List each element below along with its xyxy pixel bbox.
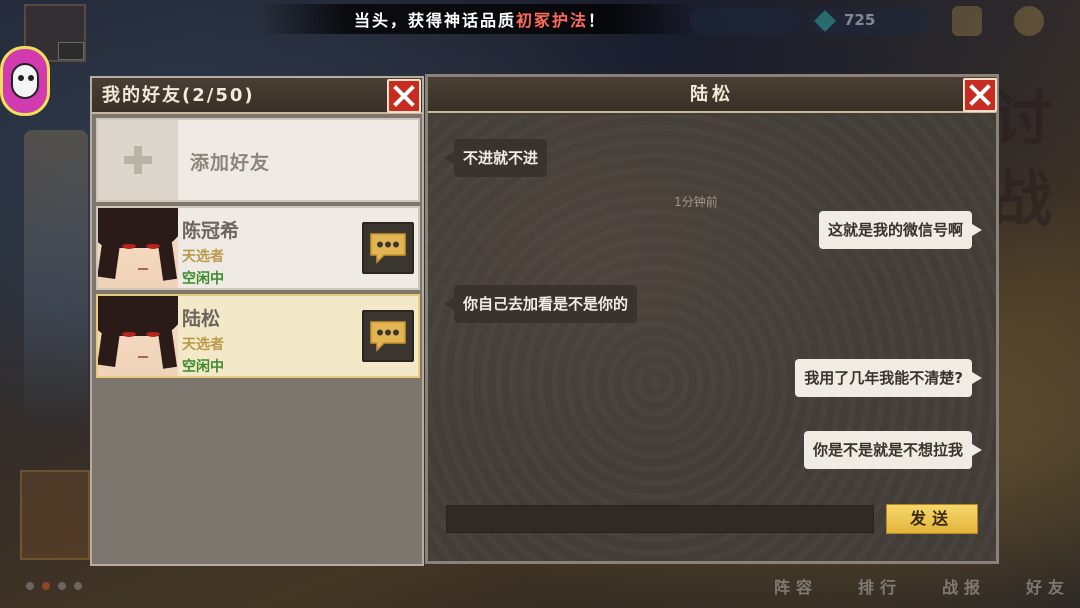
message-bubble-received: 不进就不进	[443, 139, 548, 177]
message-bubble-received: 你自己去加看是不是你的	[443, 285, 638, 323]
avatar-hair	[157, 323, 177, 369]
settings-button[interactable]	[1014, 6, 1044, 36]
gem-count: 725	[844, 11, 876, 29]
chat-close-button[interactable]	[963, 78, 997, 112]
message-timestamp: 1分钟前	[674, 195, 718, 209]
friend-title: 天选者	[182, 249, 224, 265]
announcement-banner: 当头，获得神话品质 初冢护法！	[260, 4, 700, 34]
resource-bar-coins	[690, 8, 800, 34]
chat-panel: 陆松 不进就不进 1分钟前 这就是我的微信号啊 你自己去加看是不是你的 我用了几…	[425, 74, 999, 564]
background-glyph: 讨	[992, 85, 1052, 155]
chat-title: 陆松	[428, 77, 996, 113]
avatar-eye	[122, 330, 136, 337]
close-icon	[969, 84, 991, 106]
mascot-icon[interactable]	[0, 46, 50, 116]
chat-message-input[interactable]	[446, 505, 874, 533]
mascot-eye-left	[18, 75, 24, 81]
message-bubble-sent: 你是不是就是不想拉我	[803, 431, 983, 469]
avatar-hair	[98, 236, 121, 280]
close-icon	[393, 85, 415, 107]
mail-button[interactable]	[952, 6, 982, 36]
add-friend-icon-box	[98, 120, 178, 200]
top-hud: 当头，获得神话品质 初冢护法！ 725	[0, 0, 1080, 62]
friend-title: 天选者	[182, 337, 224, 353]
friends-panel: 我的好友(2/50) 添加好友 陈冠希 天选者 空闲中 陆松 天选者 空闲中	[90, 76, 424, 566]
page-dot-active	[42, 582, 50, 590]
speech-bubble-icon	[370, 321, 406, 352]
friend-list-item-selected[interactable]: 陆松 天选者 空闲中	[96, 294, 420, 378]
background-glyphs: 讨 战	[992, 80, 1052, 240]
friend-name: 陈冠希	[182, 220, 240, 242]
page-indicator	[26, 582, 82, 590]
message-bubble-sent: 这就是我的微信号啊	[818, 211, 983, 249]
send-button[interactable]: 发送	[886, 504, 978, 534]
page-dot	[74, 582, 82, 590]
bottom-nav-item[interactable]: 排行	[858, 574, 902, 598]
message-bubble-sent: 我用了几年我能不清楚?	[795, 359, 982, 397]
add-friend-button[interactable]: 添加好友	[96, 118, 420, 202]
chat-button[interactable]	[362, 310, 414, 362]
bottom-nav-item[interactable]: 战报	[942, 574, 986, 598]
announcement-prefix: 当头，获得神话品质	[353, 11, 516, 30]
friend-list-item[interactable]: 陈冠希 天选者 空闲中	[96, 206, 420, 290]
add-friend-label: 添加好友	[190, 152, 271, 174]
announcement-highlight: 初冢护法	[515, 11, 588, 30]
side-menu-dimmed	[24, 130, 88, 430]
bottom-nav-item[interactable]: 阵容	[774, 574, 818, 598]
page-dot	[26, 582, 34, 590]
bottom-nav-item[interactable]: 好友	[1026, 574, 1070, 598]
page-dot	[58, 582, 66, 590]
avatar-eye	[122, 242, 136, 249]
avatar-hair	[98, 324, 121, 368]
friend-status: 空闲中	[182, 271, 224, 287]
avatar-mouth	[138, 356, 148, 358]
gem-icon	[814, 10, 836, 32]
bottom-nav: 阵容 排行 战报 好友	[774, 574, 1070, 598]
friend-avatar	[98, 208, 178, 288]
chat-button[interactable]	[362, 222, 414, 274]
friends-close-button[interactable]	[387, 79, 421, 113]
speech-bubble-icon	[370, 233, 406, 264]
announcement-suffix: ！	[588, 11, 607, 30]
friend-name: 陆松	[182, 308, 221, 330]
resource-bar-gems: 725	[810, 8, 930, 34]
avatar-eye	[146, 242, 160, 249]
avatar-hair	[157, 235, 177, 281]
avatar-mouth	[138, 268, 148, 270]
plus-icon	[124, 146, 152, 174]
friend-status: 空闲中	[182, 359, 224, 375]
avatar-eye	[146, 330, 160, 337]
player-level-badge	[58, 42, 84, 60]
mascot-eye-right	[28, 75, 34, 81]
mascot-face	[11, 63, 39, 99]
friends-panel-title: 我的好友(2/50)	[92, 78, 422, 114]
side-banner-dimmed	[20, 470, 90, 560]
chat-message-area[interactable]: 不进就不进 1分钟前 这就是我的微信号啊 你自己去加看是不是你的 我用了几年我能…	[428, 115, 996, 561]
friend-avatar	[98, 296, 178, 376]
background-glyph: 战	[992, 165, 1052, 235]
